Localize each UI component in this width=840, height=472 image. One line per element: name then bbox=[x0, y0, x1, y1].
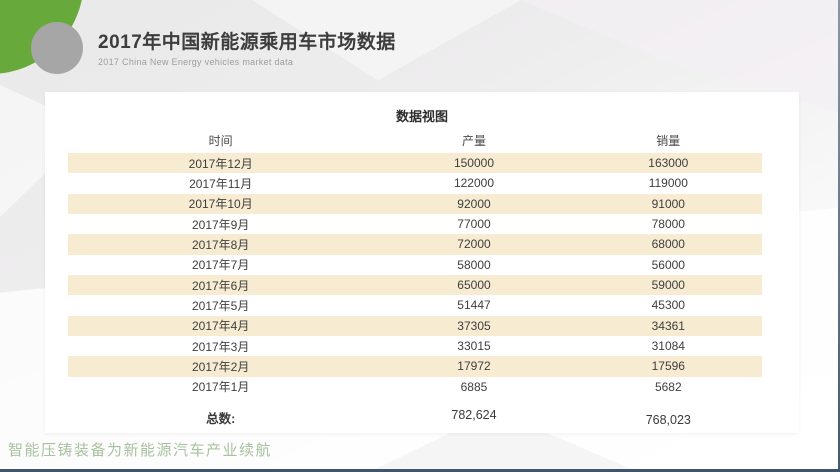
cell-sales: 34361 bbox=[575, 319, 762, 333]
table-row: 2017年6月6500059000 bbox=[68, 275, 762, 295]
table-row: 2017年3月3301531084 bbox=[68, 336, 762, 356]
cell-production: 122000 bbox=[373, 176, 574, 190]
total-sales-value: 768,023 bbox=[575, 404, 762, 422]
cell-month: 2017年8月 bbox=[68, 236, 373, 253]
cell-month: 2017年12月 bbox=[68, 155, 373, 172]
cell-sales: 163000 bbox=[575, 156, 762, 170]
card-title: 数据视图 bbox=[45, 92, 799, 127]
column-header: 销量 bbox=[575, 132, 762, 149]
cell-production: 51447 bbox=[373, 298, 574, 312]
cell-month: 2017年2月 bbox=[68, 358, 373, 375]
cell-month: 2017年5月 bbox=[68, 297, 373, 314]
data-card: 数据视图 时间产量销量 2017年12月1500001630002017年11月… bbox=[45, 92, 799, 433]
data-table: 时间产量销量 2017年12月1500001630002017年11月12200… bbox=[45, 127, 799, 432]
cell-production: 65000 bbox=[373, 278, 574, 292]
cell-month: 2017年6月 bbox=[68, 277, 373, 294]
cell-sales: 45300 bbox=[575, 298, 762, 312]
cell-month: 2017年1月 bbox=[68, 378, 373, 395]
footer-slogan: 智能压铸装备为新能源汽车产业续航 bbox=[8, 439, 272, 460]
cell-sales: 17596 bbox=[575, 359, 762, 373]
table-total-row: 总数: 782,624 768,023 bbox=[68, 404, 762, 432]
slide-header: 2017年中国新能源乘用车市场数据 2017 China New Energy … bbox=[98, 27, 396, 67]
cell-sales: 56000 bbox=[575, 258, 762, 272]
cell-sales: 78000 bbox=[575, 217, 762, 231]
cell-sales: 31084 bbox=[575, 339, 762, 353]
page-title: 2017年中国新能源乘用车市场数据 bbox=[98, 27, 396, 54]
gray-circle-decor bbox=[31, 22, 83, 74]
table-header-row: 时间产量销量 bbox=[68, 127, 762, 153]
cell-sales: 119000 bbox=[575, 176, 762, 190]
cell-production: 72000 bbox=[373, 237, 574, 251]
cell-sales: 5682 bbox=[575, 380, 762, 394]
cell-month: 2017年7月 bbox=[68, 256, 373, 273]
cell-month: 2017年10月 bbox=[68, 195, 373, 212]
column-header: 产量 bbox=[373, 132, 574, 149]
total-label: 总数: bbox=[68, 404, 373, 427]
table-row: 2017年8月7200068000 bbox=[68, 234, 762, 254]
cell-month: 2017年9月 bbox=[68, 216, 373, 233]
table-row: 2017年1月68855682 bbox=[68, 377, 762, 397]
cell-month: 2017年4月 bbox=[68, 317, 373, 334]
cell-production: 33015 bbox=[373, 339, 574, 353]
table-row: 2017年9月7700078000 bbox=[68, 214, 762, 234]
cell-production: 17972 bbox=[373, 359, 574, 373]
table-row: 2017年12月150000163000 bbox=[68, 153, 762, 173]
cell-sales: 91000 bbox=[575, 197, 762, 211]
cell-month: 2017年11月 bbox=[68, 175, 373, 192]
table-row: 2017年2月1797217596 bbox=[68, 356, 762, 376]
cell-production: 77000 bbox=[373, 217, 574, 231]
cell-sales: 68000 bbox=[575, 237, 762, 251]
cell-production: 150000 bbox=[373, 156, 574, 170]
cell-month: 2017年3月 bbox=[68, 338, 373, 355]
column-header: 时间 bbox=[68, 132, 373, 149]
table-row: 2017年7月5800056000 bbox=[68, 255, 762, 275]
total-production-value: 782,624 bbox=[373, 404, 574, 422]
cell-production: 37305 bbox=[373, 319, 574, 333]
table-row: 2017年11月122000119000 bbox=[68, 173, 762, 193]
cell-sales: 59000 bbox=[575, 278, 762, 292]
cell-production: 92000 bbox=[373, 197, 574, 211]
page-subtitle: 2017 China New Energy vehicles market da… bbox=[98, 57, 396, 67]
table-row: 2017年4月3730534361 bbox=[68, 316, 762, 336]
cell-production: 58000 bbox=[373, 258, 574, 272]
cell-production: 6885 bbox=[373, 380, 574, 394]
table-row: 2017年10月9200091000 bbox=[68, 194, 762, 214]
table-body: 2017年12月1500001630002017年11月122000119000… bbox=[68, 153, 762, 397]
table-row: 2017年5月5144745300 bbox=[68, 295, 762, 315]
